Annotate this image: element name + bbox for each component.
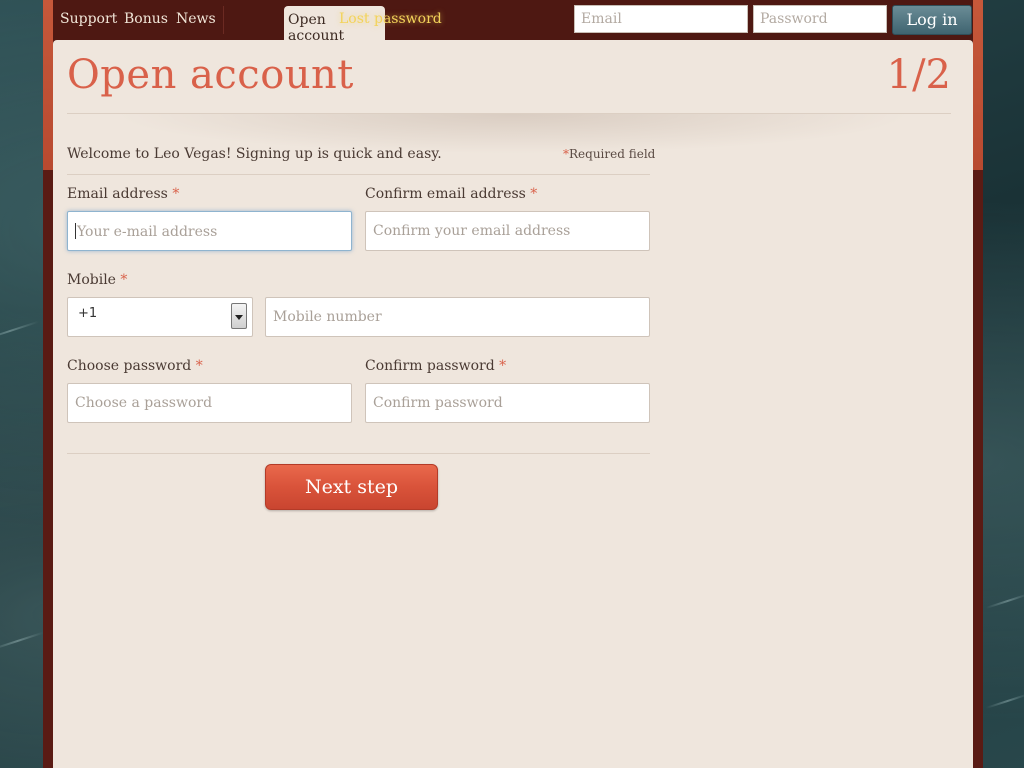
country-code-value: +1 xyxy=(78,306,98,321)
step-indicator: 1/2 xyxy=(886,52,951,98)
form-bottom-divider xyxy=(67,453,650,454)
confirm-password-label: Confirm password * xyxy=(365,358,506,374)
required-star: * xyxy=(172,186,180,202)
nav-link-support[interactable]: Support xyxy=(60,11,117,27)
country-code-select[interactable]: +1 xyxy=(67,297,253,337)
required-star: * xyxy=(195,358,203,374)
required-field-text: Required field xyxy=(569,147,656,161)
mobile-number-field[interactable]: Mobile number xyxy=(265,297,650,337)
email-label: Email address * xyxy=(67,186,179,202)
welcome-text: Welcome to Leo Vegas! Signing up is quic… xyxy=(67,146,442,162)
confirm-password-field[interactable]: Confirm password xyxy=(365,383,650,423)
background-streak xyxy=(985,593,1024,609)
email-label-text: Email address xyxy=(67,186,168,202)
frame-accent-right xyxy=(973,0,983,170)
password-field[interactable]: Choose a password xyxy=(67,383,352,423)
nav-link-news[interactable]: News xyxy=(176,11,216,27)
confirm-email-label-text: Confirm email address xyxy=(365,186,526,202)
email-field-placeholder: Your e-mail address xyxy=(77,224,218,240)
nav-link-bonus[interactable]: Bonus xyxy=(124,11,168,27)
page-title: Open account xyxy=(67,52,354,98)
confirm-password-label-text: Confirm password xyxy=(365,358,495,374)
required-field-note: *Required field xyxy=(563,147,655,161)
background-streak xyxy=(0,320,39,342)
confirm-email-label: Confirm email address * xyxy=(365,186,537,202)
dropdown-arrow-icon[interactable] xyxy=(231,303,247,329)
login-email-input[interactable]: Email xyxy=(574,5,748,33)
login-button[interactable]: Log in xyxy=(892,5,972,35)
password-label-text: Choose password xyxy=(67,358,192,374)
required-star: * xyxy=(120,272,128,288)
form-divider xyxy=(67,174,650,175)
nav-divider xyxy=(223,6,224,34)
text-cursor xyxy=(75,223,76,239)
email-field[interactable]: Your e-mail address xyxy=(67,211,352,251)
frame-accent-left xyxy=(43,0,53,170)
login-password-input[interactable]: Password xyxy=(753,5,887,33)
background-streak xyxy=(0,631,44,651)
mobile-label: Mobile * xyxy=(67,272,127,288)
next-step-button[interactable]: Next step xyxy=(265,464,438,510)
required-star: * xyxy=(499,358,507,374)
password-label: Choose password * xyxy=(67,358,203,374)
confirm-email-field[interactable]: Confirm your email address xyxy=(365,211,650,251)
required-star: * xyxy=(530,186,538,202)
main-panel: Open account 1/2 Welcome to Leo Vegas! S… xyxy=(53,40,973,768)
background-streak xyxy=(985,693,1024,709)
mobile-label-text: Mobile xyxy=(67,272,116,288)
lost-password-link[interactable]: Lost password xyxy=(339,11,442,27)
